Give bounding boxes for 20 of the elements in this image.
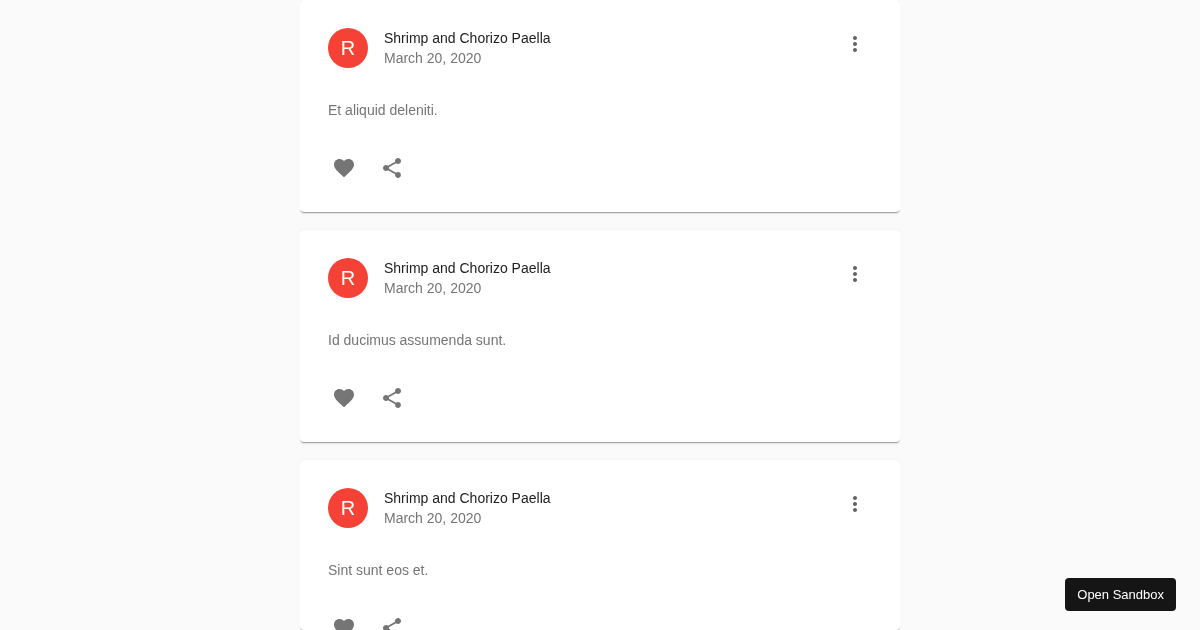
post-title: Shrimp and Chorizo Paella: [384, 489, 551, 508]
post-date: March 20, 2020: [384, 279, 483, 298]
share-icon[interactable]: [383, 388, 401, 408]
post-title: Shrimp and Chorizo Paella: [384, 259, 551, 278]
post-date: March 20, 2020: [384, 49, 483, 68]
post-text: Id ducimus assumenda sunt.: [328, 331, 508, 350]
post-title: Shrimp and Chorizo Paella: [384, 29, 551, 48]
heart-icon[interactable]: [334, 388, 354, 408]
post-date: March 20, 2020: [384, 509, 483, 528]
share-icon[interactable]: [383, 158, 401, 178]
open-sandbox-button[interactable]: Open Sandbox: [1065, 578, 1176, 611]
avatar: R: [328, 28, 368, 68]
post-text: Et aliquid deleniti.: [328, 101, 439, 120]
more-options-icon[interactable]: [853, 266, 857, 282]
avatar: R: [328, 258, 368, 298]
more-options-icon[interactable]: [853, 36, 857, 52]
avatar: R: [328, 488, 368, 528]
more-options-icon[interactable]: [853, 496, 857, 512]
heart-icon[interactable]: [334, 158, 354, 178]
post-text: Sint sunt eos et.: [328, 561, 430, 580]
